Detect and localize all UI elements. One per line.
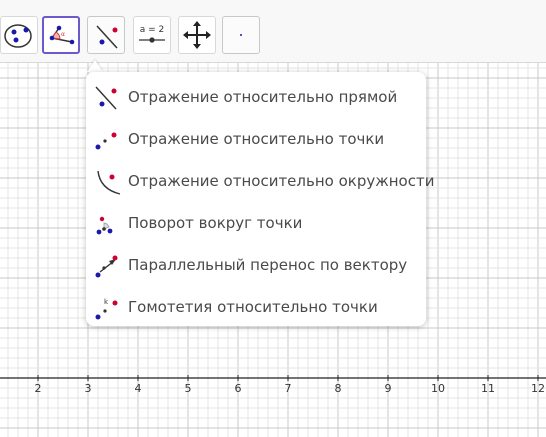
menu-item-label: Поворот вокруг точки: [128, 214, 303, 232]
x-axis-tick-label: 10: [431, 382, 445, 395]
slider-icon: a = 2: [139, 25, 165, 43]
ellipse-through-points-icon: [4, 24, 32, 48]
translate-by-vector-icon: [95, 255, 118, 278]
x-axis-tick-label: 8: [334, 382, 342, 395]
menu-caret: [87, 60, 103, 72]
angle-icon: α: [49, 25, 75, 45]
svg-text:k: k: [104, 298, 109, 306]
menu-item-reflect-circle[interactable]: Отражение относительно окружности: [86, 160, 434, 202]
menu-item-reflect-point[interactable]: Отражение относительно точки: [86, 118, 426, 160]
svg-text:α: α: [61, 31, 65, 38]
x-axis-tick-label: 4: [134, 382, 142, 395]
reflect-about-line-icon: [96, 25, 118, 49]
menu-item-label: Отражение относительно прямой: [128, 88, 398, 106]
rotate-around-point-icon: [96, 216, 113, 235]
conic-tool-button[interactable]: [0, 16, 38, 54]
transform-tools-menu: Отражение относительно прямой Отражение …: [86, 72, 434, 328]
move-arrows-icon: [183, 21, 211, 49]
x-axis-tick-label: 7: [284, 382, 292, 395]
menu-item-reflect-line[interactable]: Отражение относительно прямой: [86, 76, 426, 118]
reflect-tool-button[interactable]: [87, 16, 125, 54]
menu-item-dilate[interactable]: k Гомотетия относительно точки: [86, 286, 426, 328]
menu-item-label: Отражение относительно точки: [128, 130, 385, 148]
slider-tool-label: a = 2: [140, 25, 165, 35]
reflect-about-point-icon: [95, 132, 117, 150]
x-axis-tick-label: 2: [34, 382, 42, 395]
dilate-from-point-icon: k: [95, 298, 118, 320]
reflect-about-circle-icon: [97, 170, 121, 195]
toolbar: α a = 2: [0, 0, 546, 63]
empty-tool-button[interactable]: [222, 16, 260, 54]
menu-item-rotate[interactable]: Поворот вокруг точки: [86, 202, 426, 244]
x-axis-tick-label: 9: [384, 382, 392, 395]
x-axis-tick-label: 11: [481, 382, 495, 395]
x-axis-tick-label: 3: [84, 382, 92, 395]
x-axis-tick-label: 12: [531, 382, 545, 395]
menu-item-label: Отражение относительно окружности: [128, 172, 435, 190]
menu-item-label: Параллельный перенос по вектору: [128, 256, 408, 274]
angle-tool-button[interactable]: α: [42, 16, 80, 54]
slider-tool-button[interactable]: a = 2: [133, 16, 171, 54]
menu-item-label: Гомотетия относительно точки: [128, 298, 378, 316]
x-axis-tick-label: 5: [184, 382, 192, 395]
x-axis-tick-label: 6: [234, 382, 242, 395]
menu-item-translate[interactable]: Параллельный перенос по вектору: [86, 244, 426, 286]
reflect-about-line-icon: [95, 86, 117, 110]
point-icon: [240, 34, 242, 36]
move-graphics-view-button[interactable]: [178, 16, 216, 54]
